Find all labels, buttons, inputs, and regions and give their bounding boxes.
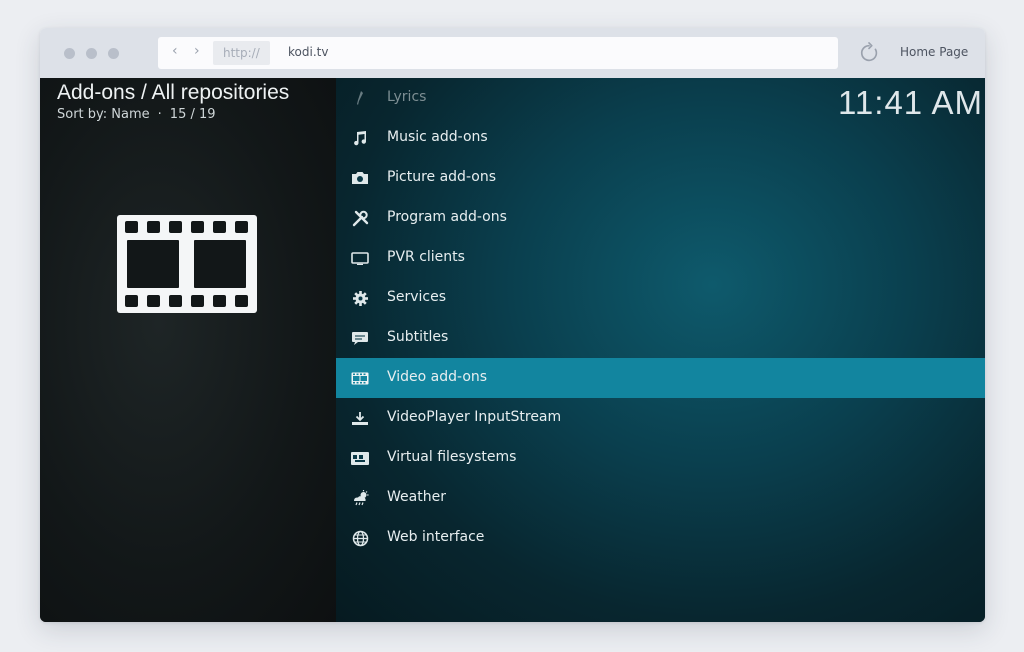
browser-window: ‹ › http:// kodi.tv Home Page Add-ons / … <box>40 28 985 622</box>
page-title: Add-ons / All repositories <box>57 81 290 104</box>
browser-toolbar: ‹ › http:// kodi.tv Home Page <box>40 28 985 78</box>
camera-icon <box>350 169 370 187</box>
maximize-window-button[interactable] <box>108 48 119 59</box>
url-host[interactable]: kodi.tv <box>288 45 328 59</box>
back-forward-arrows-icon[interactable]: ‹ › <box>172 43 206 59</box>
menu-item-picture-add-ons[interactable]: Picture add-ons <box>336 158 985 198</box>
speech-bubble-icon <box>350 329 370 347</box>
menu-item-label: Picture add-ons <box>387 169 496 185</box>
film-strip-icon <box>350 369 370 387</box>
music-note-icon <box>350 129 370 147</box>
weather-icon <box>350 489 370 507</box>
menu-item-label: Virtual filesystems <box>387 449 517 465</box>
menu-item-label: Program add-ons <box>387 209 507 225</box>
globe-icon <box>350 529 370 547</box>
menu-item-program-add-ons[interactable]: Program add-ons <box>336 198 985 238</box>
url-protocol: http:// <box>213 41 270 65</box>
gear-icon <box>350 289 370 307</box>
menu-item-web-interface[interactable]: Web interface <box>336 518 985 558</box>
menu-item-pvr-clients[interactable]: PVR clients <box>336 238 985 278</box>
menu-item-label: VideoPlayer InputStream <box>387 409 562 425</box>
menu-item-video-add-ons[interactable]: Video add-ons <box>336 358 985 398</box>
menu-item-music-add-ons[interactable]: Music add-ons <box>336 118 985 158</box>
address-bar[interactable]: ‹ › http:// kodi.tv <box>158 37 838 69</box>
menu-item-label: Services <box>387 289 447 305</box>
menu-item-label: Subtitles <box>387 329 449 345</box>
menu-item-label: Video add-ons <box>387 369 488 385</box>
menu-item-label: Lyrics <box>387 89 427 105</box>
menu-item-lyrics[interactable]: Lyrics <box>336 78 985 118</box>
menu-item-label: Weather <box>387 489 446 505</box>
minimize-window-button[interactable] <box>86 48 97 59</box>
menu-item-virtual-filesystems[interactable]: Virtual filesystems <box>336 438 985 478</box>
sort-separator: · <box>157 107 162 122</box>
menu-item-videoplayer-inputstream[interactable]: VideoPlayer InputStream <box>336 398 985 438</box>
microphone-icon <box>350 89 370 107</box>
menu-item-services[interactable]: Services <box>336 278 985 318</box>
tv-icon <box>350 249 370 267</box>
window-controls <box>64 48 119 59</box>
menu-item-subtitles[interactable]: Subtitles <box>336 318 985 358</box>
menu-item-label: PVR clients <box>387 249 465 265</box>
menu-item-label: Web interface <box>387 529 485 545</box>
sort-status: Sort by: Name · 15 / 19 <box>57 107 216 122</box>
tools-icon <box>350 209 370 227</box>
menu-item-label: Music add-ons <box>387 129 488 145</box>
kodi-app: Add-ons / All repositories Sort by: Name… <box>40 78 985 622</box>
reload-icon[interactable] <box>858 42 880 64</box>
input-stream-icon <box>350 409 370 427</box>
film-strip-icon <box>117 215 257 313</box>
archive-icon <box>350 449 370 467</box>
info-panel: Add-ons / All repositories Sort by: Name… <box>40 78 336 622</box>
menu-item-weather[interactable]: Weather <box>336 478 985 518</box>
sort-label[interactable]: Sort by: Name <box>57 107 150 122</box>
item-position: 15 / 19 <box>169 107 216 122</box>
close-window-button[interactable] <box>64 48 75 59</box>
home-page-link[interactable]: Home Page <box>900 45 968 59</box>
